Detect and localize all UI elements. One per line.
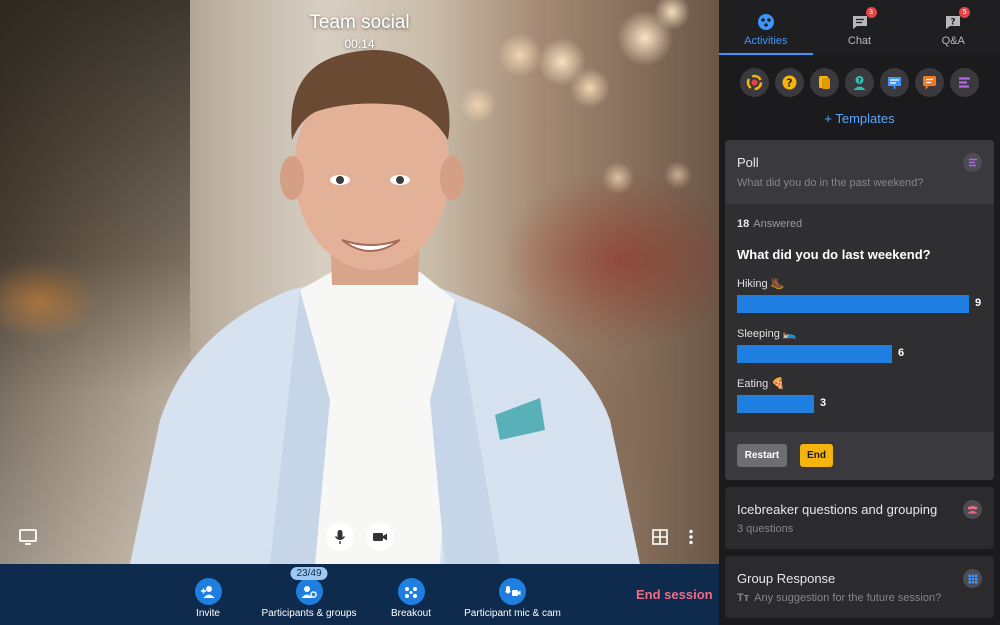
mic-button[interactable]: [326, 523, 354, 551]
add-person-icon: [201, 585, 215, 598]
mic-cam-label: Participant mic & cam: [464, 608, 561, 619]
invite-label: Invite: [196, 608, 220, 619]
mic-cam-icon: [504, 585, 520, 596]
question-person-activity-icon[interactable]: ?: [845, 68, 874, 97]
poll-option-count: 3: [820, 397, 827, 409]
screen-share-icon[interactable]: [18, 528, 38, 546]
breakout-label: Breakout: [390, 608, 432, 619]
app: Team social 00:14 Invite 23/49 Participa…: [0, 0, 1000, 625]
side-panel: Activities 3 Chat ? 5 Q&A ? ? + Template…: [719, 0, 1000, 625]
poll-option-bar: [737, 345, 892, 363]
icebreaker-card[interactable]: Icebreaker questions and grouping 3 ques…: [725, 487, 994, 549]
bottom-toolbar: Invite 23/49 Participants & groups Break…: [0, 564, 719, 625]
group-response-card[interactable]: Group Response Tт Any suggestion for the …: [725, 556, 994, 618]
participants-count-badge: 23/49: [290, 567, 328, 580]
more-options-icon[interactable]: [684, 527, 698, 547]
svg-text:?: ?: [858, 78, 862, 85]
group-response-subtitle: Tт Any suggestion for the future session?: [737, 592, 941, 604]
breakout-button[interactable]: Breakout: [386, 564, 436, 625]
restart-button[interactable]: Restart: [737, 444, 787, 467]
camera-button[interactable]: [366, 523, 394, 551]
poll-option-label: Hiking 🥾: [737, 278, 785, 290]
video-stage: Team social 00:14: [0, 0, 719, 564]
session-timer: 00:14: [344, 37, 375, 51]
poll-title: Poll: [737, 155, 759, 170]
participants-label: Participants & groups: [261, 608, 357, 619]
tab-chat-label: Chat: [847, 35, 872, 47]
participants-groups-button[interactable]: 23/49 Participants & groups: [259, 564, 359, 625]
poll-question: What did you do last weekend?: [737, 247, 931, 262]
group-icon: [963, 500, 982, 519]
tab-chat[interactable]: 3 Chat: [813, 0, 907, 55]
poll-option-bar: [737, 295, 969, 313]
participant-video: [130, 50, 640, 564]
discussion-activity-icon[interactable]: [915, 68, 944, 97]
participants-settings-icon: [301, 585, 317, 598]
mic-icon: [334, 530, 346, 544]
tab-activities[interactable]: Activities: [719, 0, 813, 55]
group-response-prompt: Any suggestion for the future session?: [754, 592, 942, 604]
camera-icon: [373, 533, 387, 541]
quiz-activity-icon[interactable]: ?: [775, 68, 804, 97]
svg-text:?: ?: [786, 77, 792, 90]
end-session-button[interactable]: End session: [636, 587, 713, 602]
session-title: Team social: [309, 12, 410, 33]
poll-option-count: 6: [898, 347, 905, 359]
group-response-title: Group Response: [737, 571, 836, 586]
qa-badge: 5: [959, 7, 971, 18]
poll-card-footer: Restart End: [725, 432, 994, 480]
poll-list-icon: [963, 153, 982, 172]
cards-activity-icon[interactable]: [810, 68, 839, 97]
icebreaker-subtitle: 3 questions: [737, 523, 794, 535]
breakout-icon: [405, 586, 417, 598]
panel-tabs: Activities 3 Chat ? 5 Q&A: [719, 0, 1000, 55]
chat-badge: 3: [865, 7, 877, 18]
activities-icon: [757, 14, 774, 30]
poll-option-count: 9: [975, 297, 982, 309]
icebreaker-title: Icebreaker questions and grouping: [737, 502, 938, 517]
participant-mic-cam-button[interactable]: Participant mic & cam: [464, 564, 561, 625]
poll-option-bar: [737, 395, 814, 413]
activity-type-icons: ? ?: [719, 68, 1000, 97]
chat-icon: [852, 16, 867, 29]
templates-link[interactable]: + Templates: [719, 111, 1000, 126]
poll-option-label: Eating 🍕: [737, 378, 785, 390]
text-type-icon: Tт: [737, 592, 750, 604]
answered-label: Answered: [753, 218, 803, 230]
poll-subtitle: What did you do in the past weekend?: [737, 177, 924, 189]
tab-qa[interactable]: ? 5 Q&A: [906, 0, 1000, 55]
answered-count: 18: [737, 218, 750, 230]
poll-activity-icon[interactable]: [950, 68, 979, 97]
spinner-activity-icon[interactable]: [740, 68, 769, 97]
invite-button[interactable]: Invite: [186, 564, 230, 625]
board-activity-icon[interactable]: [880, 68, 909, 97]
end-poll-button[interactable]: End: [800, 444, 833, 467]
poll-card: Poll What did you do in the past weekend…: [725, 140, 994, 480]
grid-view-icon[interactable]: [651, 528, 669, 546]
poll-option-label: Sleeping 🛌: [737, 328, 797, 340]
poll-card-header[interactable]: Poll What did you do in the past weekend…: [725, 140, 994, 204]
grid-apps-icon: [963, 569, 982, 588]
answered-summary: 18 Answered: [737, 218, 802, 230]
svg-text:?: ?: [951, 18, 956, 28]
tab-activities-label: Activities: [744, 35, 788, 47]
tab-qa-label: Q&A: [941, 35, 965, 47]
